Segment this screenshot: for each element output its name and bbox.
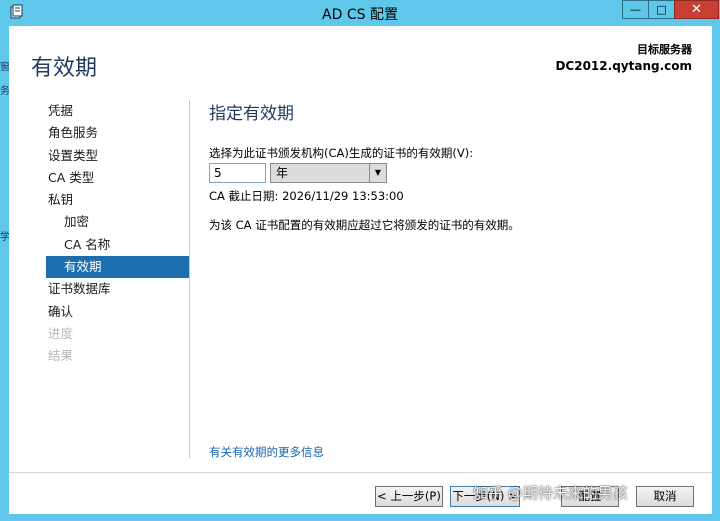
ca-expiration-date: CA 截止日期: 2026/11/29 13:53:00 — [209, 189, 404, 203]
nav-item-credentials[interactable]: 凭据 — [46, 100, 189, 122]
validity-unit-value: 年 — [276, 166, 289, 180]
nav-item-cryptography[interactable]: 加密 — [46, 211, 189, 233]
background-window-edge: 窗 务 学 — [0, 26, 10, 521]
cancel-button[interactable]: 取消 — [636, 486, 694, 507]
nav-item-private-key[interactable]: 私钥 — [46, 189, 189, 211]
nav-item-ca-name[interactable]: CA 名称 — [46, 234, 189, 256]
validity-note: 为该 CA 证书配置的有效期应超过它将颁发的证书的有效期。 — [209, 218, 520, 232]
nav-item-setup-type[interactable]: 设置类型 — [46, 145, 189, 167]
nav-item-ca-type[interactable]: CA 类型 — [46, 167, 189, 189]
close-button[interactable]: ✕ — [674, 0, 719, 19]
chevron-down-icon[interactable]: ▼ — [369, 164, 386, 182]
section-title: 指定有效期 — [209, 104, 294, 124]
maximize-icon: □ — [656, 3, 667, 16]
title-bar: AD CS 配置 — □ ✕ — [0, 0, 720, 26]
nav-item-validity-period[interactable]: 有效期 — [46, 256, 189, 279]
maximize-button[interactable]: □ — [648, 0, 675, 19]
page-title: 有效期 — [31, 56, 98, 81]
minimize-button[interactable]: — — [622, 0, 649, 19]
nav-item-role-services[interactable]: 角色服务 — [46, 122, 189, 144]
minimize-icon: — — [630, 3, 641, 16]
nav-divider — [189, 100, 190, 458]
window-title: AD CS 配置 — [322, 7, 398, 23]
wizard-navigation: 凭据 角色服务 设置类型 CA 类型 私钥 加密 CA 名称 有效期 证书数据库… — [46, 100, 189, 368]
validity-period-input[interactable]: 5 — [209, 163, 266, 183]
nav-item-certificate-database[interactable]: 证书数据库 — [46, 278, 189, 300]
nav-item-confirmation[interactable]: 确认 — [46, 301, 189, 323]
nav-item-progress: 进度 — [48, 325, 74, 341]
destination-server-name: DC2012.qytang.com — [555, 59, 692, 73]
watermark: 知乎 @期待未来的男孩 — [473, 484, 628, 502]
validity-period-label: 选择为此证书颁发机构(CA)生成的证书的有效期(V): — [209, 146, 474, 160]
footer-divider — [9, 472, 712, 473]
wizard-content: 有效期 目标服务器 DC2012.qytang.com 凭据 角色服务 设置类型… — [9, 26, 712, 514]
validity-unit-dropdown[interactable]: 年 ▼ — [270, 163, 387, 183]
previous-button[interactable]: < 上一步(P) — [375, 486, 443, 507]
close-icon: ✕ — [691, 2, 702, 17]
more-info-link[interactable]: 有关有效期的更多信息 — [209, 444, 324, 460]
destination-server-label: 目标服务器 — [637, 43, 692, 56]
nav-item-results: 结果 — [48, 348, 74, 364]
